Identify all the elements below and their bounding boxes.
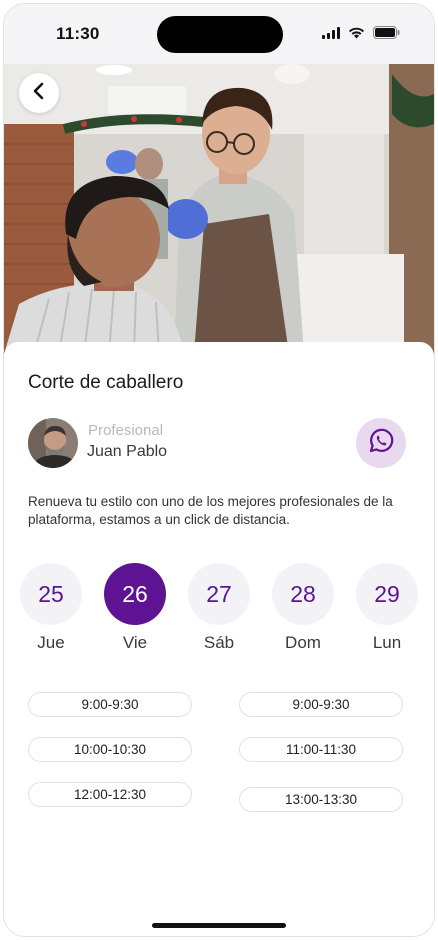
status-bar: 11:30 xyxy=(4,4,434,64)
date-option[interactable]: 29 Lun xyxy=(356,563,418,653)
phone-frame: 11:30 Corte de caballero Profesional Jua… xyxy=(3,3,435,937)
booking-sheet: Corte de caballero Profesional Juan Pabl… xyxy=(4,342,434,936)
service-description: Renueva tu estilo con uno de los mejores… xyxy=(28,494,393,527)
time-slot[interactable]: 10:00-10:30 xyxy=(28,737,192,762)
time-slot[interactable]: 9:00-9:30 xyxy=(28,692,192,717)
date-number: 28 xyxy=(272,563,334,625)
back-button[interactable] xyxy=(19,73,59,113)
date-option-selected[interactable]: 26 Vie xyxy=(104,563,166,653)
date-weekday: Dom xyxy=(285,633,321,652)
service-title: Corte de caballero xyxy=(28,372,184,393)
date-selector: 25 Jue 26 Vie 27 Sáb 28 Dom 29 Lun xyxy=(20,563,420,663)
cellular-signal-icon xyxy=(322,26,340,44)
status-time: 11:30 xyxy=(56,24,100,43)
professional-label: Profesional xyxy=(88,422,164,439)
date-option[interactable]: 25 Jue xyxy=(20,563,82,653)
time-slot[interactable]: 12:00-12:30 xyxy=(28,782,192,807)
wifi-icon xyxy=(348,26,365,44)
whatsapp-button[interactable] xyxy=(356,418,406,468)
dynamic-island xyxy=(157,16,283,53)
time-slot[interactable]: 13:00-13:30 xyxy=(239,787,403,812)
date-option[interactable]: 28 Dom xyxy=(272,563,334,653)
whatsapp-icon xyxy=(367,427,395,460)
barber-cutting-hair-photo xyxy=(4,64,434,354)
avatar xyxy=(28,418,78,468)
home-indicator xyxy=(152,923,286,928)
professional-name: Juan Pablo xyxy=(87,443,168,460)
date-number: 27 xyxy=(188,563,250,625)
date-number: 26 xyxy=(104,563,166,625)
date-number: 29 xyxy=(356,563,418,625)
date-number: 25 xyxy=(20,563,82,625)
time-slot[interactable]: 9:00-9:30 xyxy=(239,692,403,717)
time-slot[interactable]: 11:00-11:30 xyxy=(239,737,403,762)
date-option[interactable]: 27 Sáb xyxy=(188,563,250,653)
date-weekday: Lun xyxy=(372,633,402,652)
battery-icon xyxy=(373,26,400,44)
status-icons xyxy=(322,26,400,44)
date-weekday: Vie xyxy=(122,633,148,652)
date-weekday: Sáb xyxy=(203,633,235,652)
chevron-left-icon xyxy=(32,82,46,105)
date-weekday: Jue xyxy=(37,633,65,652)
